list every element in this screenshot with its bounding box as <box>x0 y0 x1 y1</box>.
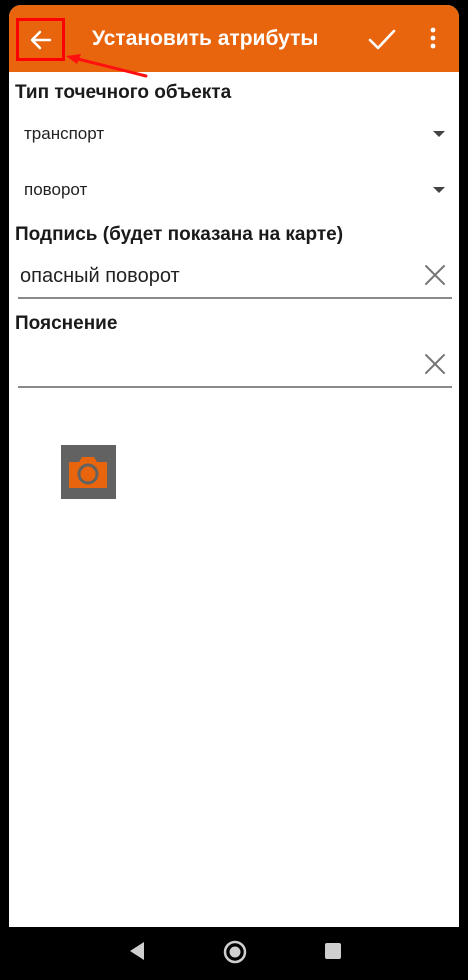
nav-home-icon[interactable] <box>223 940 247 964</box>
dropdown-arrow-icon <box>433 131 445 137</box>
checkmark-icon[interactable] <box>367 25 397 55</box>
arrow-left-icon <box>30 30 51 49</box>
caption-field[interactable]: опасный поворот <box>18 255 452 299</box>
app-screen: Установить атрибуты Тип точечного объект… <box>9 5 459 927</box>
photo-frame <box>60 445 116 499</box>
app-bar: Установить атрибуты <box>9 5 459 72</box>
subtype-dropdown[interactable]: поворот <box>9 171 449 211</box>
caption-label: Подпись (будет показана на карте) <box>15 224 344 245</box>
add-photo-button[interactable] <box>51 435 125 509</box>
nav-recent-icon[interactable] <box>325 943 341 959</box>
more-vert-icon[interactable] <box>427 27 439 51</box>
nav-back-icon[interactable] <box>128 941 146 961</box>
subtype-value: поворот <box>24 180 88 199</box>
category-value: транспорт <box>24 124 105 143</box>
caption-value: опасный поворот <box>20 265 180 287</box>
dropdown-arrow-icon <box>433 187 445 193</box>
point-type-label: Тип точечного объекта <box>15 82 232 103</box>
category-dropdown[interactable]: транспорт <box>9 115 449 155</box>
system-nav-bar <box>0 927 468 980</box>
note-field[interactable] <box>18 344 452 388</box>
note-label: Пояснение <box>15 313 118 334</box>
back-button[interactable] <box>16 18 65 61</box>
clear-note-icon[interactable] <box>424 353 446 375</box>
camera-icon <box>69 457 107 488</box>
clear-caption-icon[interactable] <box>424 264 446 286</box>
page-title: Установить атрибуты <box>92 27 319 50</box>
